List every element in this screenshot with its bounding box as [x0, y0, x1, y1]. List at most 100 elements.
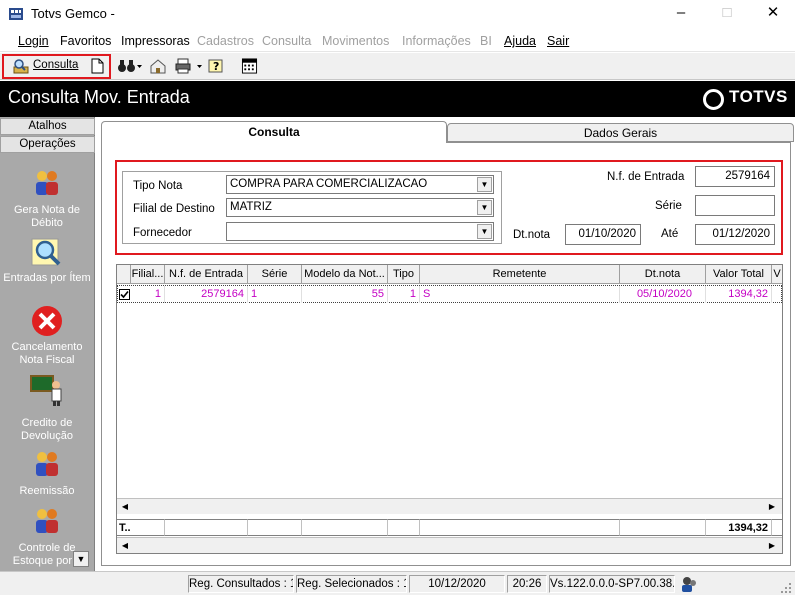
- calendar-icon[interactable]: [241, 58, 258, 74]
- filial-label: Filial de Destino: [133, 203, 215, 215]
- people-icon: [36, 509, 58, 533]
- window-title: Totvs Gemco -: [31, 6, 115, 21]
- cell-valor-total: 1394,32: [706, 286, 772, 303]
- totvs-logo: TOTVS: [729, 87, 788, 106]
- binoculars-icon[interactable]: [117, 58, 143, 74]
- op-cancelamento-nota-fiscal[interactable]: Cancelamento Nota Fiscal: [2, 304, 92, 367]
- tab-consulta[interactable]: Consulta: [101, 121, 447, 143]
- serie-input[interactable]: [695, 195, 775, 216]
- tab-dados-gerais[interactable]: Dados Gerais: [447, 123, 794, 142]
- menu-favoritos-label: Favoritos: [60, 34, 112, 48]
- cell-modelo: 55: [302, 286, 388, 303]
- grid-hscrollbar[interactable]: ◀ ▶: [117, 498, 782, 514]
- close-button[interactable]: ✕: [750, 0, 795, 28]
- nf-entrada-input[interactable]: 2579164: [695, 166, 775, 187]
- menu-consulta-label: Consulta: [262, 34, 312, 48]
- op-label: Controle de Estoque por L: [12, 542, 82, 567]
- minimize-button[interactable]: –: [658, 0, 704, 28]
- status-reg-consultados: Reg. Consultados : 1: [188, 575, 294, 593]
- left-panel: Atalhos Operações Gera Nota de Débito En…: [0, 117, 95, 571]
- col-valor-total[interactable]: Valor Total: [706, 265, 772, 284]
- status-time: 20:26: [507, 575, 547, 593]
- left-panel-scroll-down[interactable]: ▼: [73, 551, 89, 567]
- tipo-nota-select[interactable]: COMPRA PARA COMERCIALIZACAO ▼: [226, 175, 494, 194]
- col-v[interactable]: V: [772, 265, 782, 284]
- menu-impressoras[interactable]: Impressoras: [121, 34, 190, 48]
- serie-label: Série: [655, 200, 682, 212]
- col-nf-entrada[interactable]: N.f. de Entrada: [165, 265, 248, 284]
- filter-form: Tipo Nota COMPRA PARA COMERCIALIZACAO ▼ …: [115, 160, 783, 255]
- consulta-label: Consulta: [33, 59, 79, 71]
- help-icon[interactable]: ?: [207, 58, 225, 74]
- col-tipo[interactable]: Tipo: [388, 265, 420, 284]
- total-cell: [248, 519, 302, 536]
- total-cell: [772, 519, 782, 536]
- menu-login[interactable]: Login: [18, 34, 49, 48]
- op-credito-devolucao[interactable]: Credito de Devolução: [2, 373, 92, 443]
- title-bar: Totvs Gemco - – □ ✕: [0, 0, 795, 28]
- menu-cadastros-label: Cadastros: [197, 34, 254, 48]
- menu-login-label: Login: [18, 34, 49, 48]
- col-remetente[interactable]: Remetente: [420, 265, 620, 284]
- filial-select[interactable]: MATRIZ ▼: [226, 198, 494, 217]
- status-reg-selecionados: Reg. Selecionados : 1: [296, 575, 407, 593]
- col-dtnota[interactable]: Dt.nota: [620, 265, 706, 284]
- status-version: Vs.122.0.0.0-SP7.00.38.1: [549, 575, 675, 593]
- scroll-left-icon[interactable]: ◀: [118, 500, 132, 514]
- new-document-icon[interactable]: [91, 58, 104, 74]
- op-reemissao[interactable]: Reemissão: [2, 448, 92, 498]
- tab-operacoes[interactable]: Operações: [0, 136, 95, 153]
- menu-consulta: Consulta: [262, 34, 311, 48]
- chevron-down-icon[interactable]: ▼: [477, 200, 492, 215]
- tab-atalhos[interactable]: Atalhos: [0, 118, 95, 135]
- op-entradas-por-item[interactable]: Entradas por Ítem: [2, 235, 92, 285]
- chevron-down-icon[interactable]: ▼: [477, 177, 492, 192]
- col-serie[interactable]: Série: [248, 265, 302, 284]
- filial-value: MATRIZ: [230, 201, 272, 213]
- results-grid[interactable]: Filial... N.f. de Entrada Série Modelo d…: [116, 264, 783, 554]
- total-label: T..: [117, 519, 165, 536]
- home-icon[interactable]: [149, 58, 167, 74]
- op-label: Cancelamento Nota Fiscal: [11, 341, 83, 366]
- menu-favoritos[interactable]: Favoritos: [60, 34, 111, 48]
- total-cell: [165, 519, 248, 536]
- total-cell: [302, 519, 388, 536]
- teacher-icon: [30, 375, 62, 406]
- cell-tipo: 1: [388, 286, 420, 303]
- fornecedor-select[interactable]: ▼: [226, 222, 494, 241]
- menu-cadastros: Cadastros: [197, 34, 254, 48]
- people-icon: [36, 452, 58, 476]
- menu-ajuda-label: Ajuda: [504, 34, 536, 48]
- totvs-logo-icon: [703, 89, 724, 110]
- dtnota-label: Dt.nota: [513, 229, 551, 241]
- chevron-down-icon[interactable]: ▼: [477, 224, 492, 239]
- dtnota-from-input[interactable]: 01/10/2020: [565, 224, 641, 245]
- menu-sair-label: Sair: [547, 34, 570, 48]
- totals-hscrollbar[interactable]: ◀ ▶: [117, 537, 782, 553]
- consulta-icon: [13, 59, 29, 74]
- op-gera-nota-debito[interactable]: Gera Nota de Débito: [2, 167, 92, 230]
- menu-bar: Login Favoritos Impressoras Cadastros Co…: [0, 30, 795, 52]
- people-icon: [36, 171, 58, 195]
- menu-bi: BI: [480, 34, 492, 48]
- scroll-right-icon[interactable]: ▶: [765, 539, 779, 553]
- menu-movimentos-label: Movimentos: [322, 34, 390, 48]
- dtnota-to-input[interactable]: 01/12/2020: [695, 224, 775, 245]
- scroll-right-icon[interactable]: ▶: [765, 500, 779, 514]
- menu-sair[interactable]: Sair: [547, 34, 569, 48]
- cell-serie: 1: [248, 286, 302, 303]
- status-date: 10/12/2020: [409, 575, 505, 593]
- op-label: Reemissão: [19, 485, 75, 497]
- col-modelo[interactable]: Modelo da Not...: [302, 265, 388, 284]
- row-checkbox[interactable]: [119, 286, 131, 303]
- scroll-left-icon[interactable]: ◀: [118, 539, 132, 553]
- consulta-button[interactable]: Consulta: [13, 58, 83, 75]
- cancel-icon: [32, 306, 62, 336]
- menu-ajuda[interactable]: Ajuda: [504, 34, 536, 48]
- total-value: 1394,32: [706, 519, 772, 536]
- menu-movimentos: Movimentos: [322, 34, 389, 48]
- cell-remetente: S: [420, 286, 620, 303]
- printer-icon[interactable]: [175, 58, 205, 74]
- col-filial[interactable]: Filial...: [131, 265, 165, 284]
- resize-grip-icon[interactable]: [779, 581, 793, 595]
